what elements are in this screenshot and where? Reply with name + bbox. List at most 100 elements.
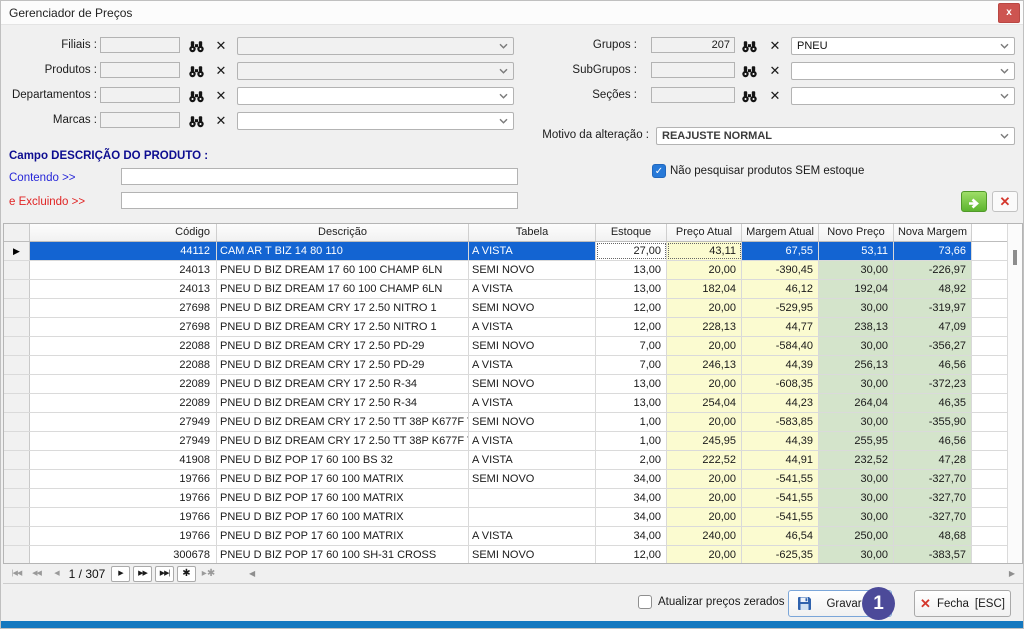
grid-cell-codigo[interactable]: 27698 [30, 299, 217, 317]
grid-cell-codigo[interactable]: 22088 [30, 356, 217, 374]
grid-cell-margem-atual[interactable]: 46,12 [742, 280, 819, 298]
grid-cell-estoque[interactable]: 27,00 [596, 242, 667, 260]
grid-cell-nova-margem[interactable]: 46,56 [894, 432, 972, 450]
grid-cell-novo-preco[interactable]: 30,00 [819, 546, 894, 563]
grid-cell-preco-atual[interactable]: 182,04 [667, 280, 742, 298]
grid-cell-tabela[interactable] [469, 508, 596, 526]
grid-cell-nova-margem[interactable]: -327,70 [894, 508, 972, 526]
grid-header-margem-atual[interactable]: Margem Atual [742, 224, 819, 241]
departamentos-combo[interactable] [237, 87, 514, 105]
grid-row[interactable]: ▶ 24013 PNEU D BIZ DREAM 17 60 100 CHAMP… [4, 261, 1007, 280]
nav-bookmark-button[interactable]: ▸✱ [199, 566, 218, 582]
grid-cell-descricao[interactable]: PNEU D BIZ DREAM CRY 17 2.50 PD-29 [217, 356, 469, 374]
grid-cell-margem-atual[interactable]: -529,95 [742, 299, 819, 317]
clear-results-button[interactable]: ✕ [992, 191, 1018, 212]
marcas-code-input[interactable] [100, 112, 180, 128]
grid-cell-nova-margem[interactable]: -372,23 [894, 375, 972, 393]
grid-cell-margem-atual[interactable]: 44,77 [742, 318, 819, 336]
grid-cell-preco-atual[interactable]: 222,52 [667, 451, 742, 469]
grid-cell-preco-atual[interactable]: 20,00 [667, 337, 742, 355]
grid-cell-descricao[interactable]: PNEU D BIZ POP 17 60 100 BS 32 [217, 451, 469, 469]
grid-header-codigo[interactable]: Código [30, 224, 217, 241]
grid-cell-margem-atual[interactable]: 67,55 [742, 242, 819, 260]
grid-cell-estoque[interactable]: 34,00 [596, 470, 667, 488]
grid-cell-codigo[interactable]: 44112 [30, 242, 217, 260]
grid-cell-descricao[interactable]: PNEU D BIZ POP 17 60 100 MATRIX [217, 489, 469, 507]
grid-row[interactable]: ▶ 27698 PNEU D BIZ DREAM CRY 17 2.50 NIT… [4, 299, 1007, 318]
grid-cell-nova-margem[interactable]: 46,35 [894, 394, 972, 412]
grid-cell-nova-margem[interactable]: -356,27 [894, 337, 972, 355]
marcas-clear-button[interactable]: ✕ [212, 113, 230, 129]
grid-cell-descricao[interactable]: PNEU D BIZ DREAM CRY 17 2.50 NITRO 1 [217, 299, 469, 317]
nav-prior-button[interactable]: ◀ [47, 566, 66, 582]
grid-cell-preco-atual[interactable]: 20,00 [667, 508, 742, 526]
grid-cell-preco-atual[interactable]: 20,00 [667, 375, 742, 393]
grid-cell-nova-margem[interactable]: -327,70 [894, 489, 972, 507]
grupos-combo[interactable]: PNEU [791, 37, 1015, 55]
grid-cell-novo-preco[interactable]: 30,00 [819, 299, 894, 317]
subgrupos-combo[interactable] [791, 62, 1015, 80]
grid-row[interactable]: ▶ 27949 PNEU D BIZ DREAM CRY 17 2.50 TT … [4, 432, 1007, 451]
grid-cell-tabela[interactable]: SEMI NOVO [469, 261, 596, 279]
grid-cell-novo-preco[interactable]: 30,00 [819, 470, 894, 488]
secoes-clear-button[interactable]: ✕ [766, 88, 784, 104]
grid-cell-codigo[interactable]: 27698 [30, 318, 217, 336]
vertical-scrollbar[interactable] [1007, 224, 1022, 563]
grid-cell-descricao[interactable]: PNEU D BIZ DREAM CRY 17 2.50 R-34 [217, 394, 469, 412]
apply-filter-button[interactable] [961, 191, 987, 212]
grid-cell-novo-preco[interactable]: 232,52 [819, 451, 894, 469]
grid-cell-estoque[interactable]: 34,00 [596, 527, 667, 545]
grid-cell-nova-margem[interactable]: -383,57 [894, 546, 972, 563]
grid-cell-nova-margem[interactable]: 48,68 [894, 527, 972, 545]
grid-cell-tabela[interactable]: A VISTA [469, 242, 596, 260]
grid-cell-preco-atual[interactable]: 240,00 [667, 527, 742, 545]
grid-row[interactable]: ▶ 27698 PNEU D BIZ DREAM CRY 17 2.50 NIT… [4, 318, 1007, 337]
grid-cell-novo-preco[interactable]: 30,00 [819, 337, 894, 355]
grid-cell-descricao[interactable]: PNEU D BIZ POP 17 60 100 MATRIX [217, 508, 469, 526]
grid-cell-margem-atual[interactable]: 44,23 [742, 394, 819, 412]
subgrupos-clear-button[interactable]: ✕ [766, 63, 784, 79]
grid-cell-tabela[interactable]: A VISTA [469, 280, 596, 298]
grid-cell-preco-atual[interactable]: 20,00 [667, 470, 742, 488]
nav-next-page-button[interactable]: ▶▶ [133, 566, 152, 582]
grid-cell-descricao[interactable]: CAM AR T BIZ 14 80 110 [217, 242, 469, 260]
grid-cell-nova-margem[interactable]: 73,66 [894, 242, 972, 260]
hscroll-right-arrow[interactable]: ▶ [1009, 569, 1015, 578]
nav-next-button[interactable]: ▶ [111, 566, 130, 582]
grupos-search-button[interactable] [740, 38, 758, 54]
filiais-clear-button[interactable]: ✕ [212, 38, 230, 54]
nav-refresh-button[interactable]: ✱ [177, 566, 196, 582]
produtos-clear-button[interactable]: ✕ [212, 63, 230, 79]
grid-cell-estoque[interactable]: 13,00 [596, 261, 667, 279]
grid-cell-tabela[interactable]: SEMI NOVO [469, 375, 596, 393]
secoes-combo[interactable] [791, 87, 1015, 105]
produtos-combo[interactable] [237, 62, 514, 80]
grid-row[interactable]: ▶ 19766 PNEU D BIZ POP 17 60 100 MATRIX … [4, 508, 1007, 527]
grid-cell-preco-atual[interactable]: 20,00 [667, 261, 742, 279]
grid-cell-codigo[interactable]: 27949 [30, 432, 217, 450]
departamentos-search-button[interactable] [187, 88, 205, 104]
grupos-code-input[interactable] [651, 37, 735, 53]
grid-row[interactable]: ▶ 22089 PNEU D BIZ DREAM CRY 17 2.50 R-3… [4, 375, 1007, 394]
grid-cell-estoque[interactable]: 1,00 [596, 413, 667, 431]
grid-cell-codigo[interactable]: 19766 [30, 470, 217, 488]
grid-cell-estoque[interactable]: 13,00 [596, 375, 667, 393]
grid-cell-estoque[interactable]: 34,00 [596, 508, 667, 526]
grid-header-estoque[interactable]: Estoque [596, 224, 667, 241]
grid-cell-nova-margem[interactable]: -355,90 [894, 413, 972, 431]
grid-cell-novo-preco[interactable]: 256,13 [819, 356, 894, 374]
grid-cell-codigo[interactable]: 24013 [30, 261, 217, 279]
grid-cell-descricao[interactable]: PNEU D BIZ DREAM 17 60 100 CHAMP 6LN [217, 280, 469, 298]
grid-cell-descricao[interactable]: PNEU D BIZ POP 17 60 100 SH-31 CROSS [217, 546, 469, 563]
grid-row[interactable]: ▶ 22088 PNEU D BIZ DREAM CRY 17 2.50 PD-… [4, 356, 1007, 375]
grid-cell-nova-margem[interactable]: 46,56 [894, 356, 972, 374]
grid-header-preco-atual[interactable]: Preço Atual [667, 224, 742, 241]
grid-header-nova-margem[interactable]: Nova Margem [894, 224, 972, 241]
grid-cell-preco-atual[interactable]: 245,95 [667, 432, 742, 450]
grid-cell-estoque[interactable]: 12,00 [596, 299, 667, 317]
grid-cell-novo-preco[interactable]: 264,04 [819, 394, 894, 412]
grid-cell-tabela[interactable]: SEMI NOVO [469, 546, 596, 563]
grid-cell-tabela[interactable]: A VISTA [469, 356, 596, 374]
grid-cell-descricao[interactable]: PNEU D BIZ DREAM CRY 17 2.50 NITRO 1 [217, 318, 469, 336]
grid-cell-margem-atual[interactable]: -541,55 [742, 470, 819, 488]
